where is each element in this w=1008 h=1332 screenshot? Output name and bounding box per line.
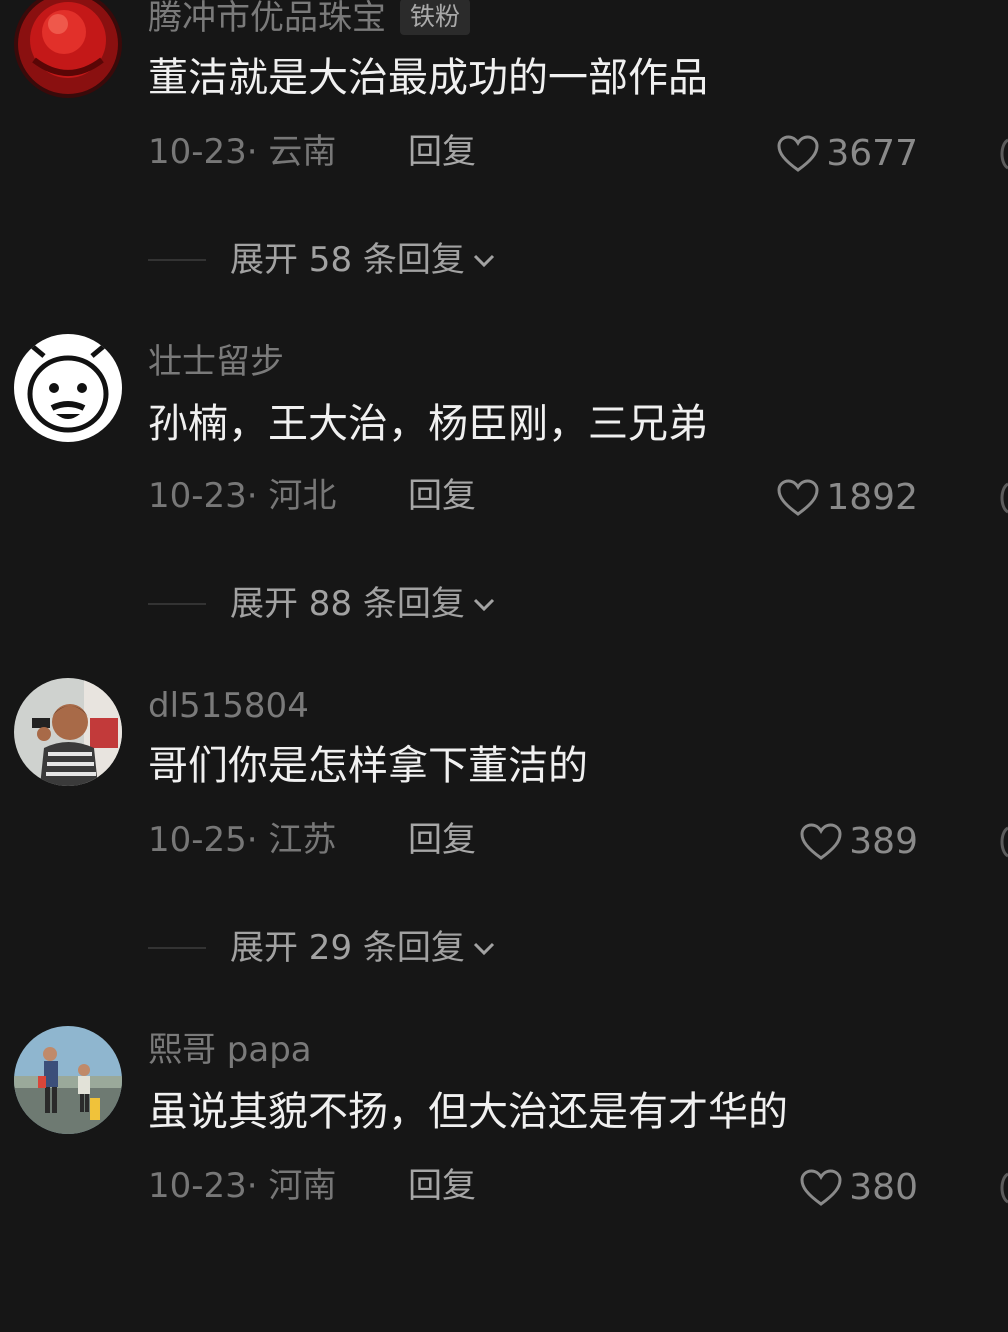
dislike-icon[interactable] bbox=[996, 136, 1008, 172]
reply-button[interactable]: 回复 bbox=[408, 132, 476, 172]
reply-button[interactable]: 回复 bbox=[408, 820, 476, 860]
heart-icon bbox=[800, 1169, 842, 1206]
comment-meta: 10-23· 河南 bbox=[148, 1166, 337, 1206]
expand-replies-button[interactable]: 展开 58 条回复 bbox=[148, 240, 499, 280]
username[interactable]: 壮士留步 bbox=[148, 342, 284, 382]
avatar[interactable] bbox=[14, 678, 122, 786]
reply-button[interactable]: 回复 bbox=[408, 1166, 476, 1206]
username[interactable]: 腾冲市优品珠宝 铁粉 bbox=[148, 0, 471, 38]
chevron-down-icon bbox=[473, 598, 494, 612]
chevron-down-icon bbox=[473, 942, 494, 956]
expand-replies-button[interactable]: 展开 29 条回复 bbox=[148, 928, 499, 968]
comment-text: 虽说其貌不扬，但大治还是有才华的 bbox=[148, 1089, 788, 1135]
like-button[interactable]: 1892 bbox=[776, 478, 918, 518]
dislike-icon[interactable] bbox=[996, 480, 1008, 516]
like-button[interactable]: 389 bbox=[799, 822, 918, 862]
divider-line bbox=[148, 947, 206, 949]
avatar[interactable] bbox=[14, 0, 122, 98]
child-photo-avatar-icon bbox=[14, 678, 122, 786]
dislike-icon[interactable] bbox=[996, 1170, 1008, 1206]
cartoon-face-avatar-icon bbox=[14, 334, 122, 442]
divider-line bbox=[148, 259, 206, 261]
expand-replies-label: 展开 88 条回复 bbox=[230, 584, 465, 624]
username[interactable]: dl515804 bbox=[148, 686, 309, 726]
expand-replies-label: 展开 58 条回复 bbox=[230, 240, 465, 280]
divider-line bbox=[148, 603, 206, 605]
red-circle-avatar-icon bbox=[14, 0, 122, 98]
like-count: 3677 bbox=[826, 133, 918, 174]
dislike-icon[interactable] bbox=[996, 824, 1008, 860]
avatar[interactable] bbox=[14, 1026, 122, 1134]
heart-icon bbox=[777, 135, 819, 172]
avatar[interactable] bbox=[14, 334, 122, 442]
comment-item: 熙哥 papa 虽说其貌不扬，但大治还是有才华的 10-23· 河南 回复 38… bbox=[0, 1026, 1008, 1332]
comment-item: 腾冲市优品珠宝 铁粉 董洁就是大治最成功的一部作品 10-23· 云南 回复 36… bbox=[0, 0, 1008, 300]
like-button[interactable]: 3677 bbox=[776, 134, 918, 174]
comment-item: dl515804 哥们你是怎样拿下董洁的 10-25· 江苏 回复 389 展开… bbox=[0, 678, 1008, 988]
comment-meta: 10-23· 河北 bbox=[148, 476, 337, 516]
comment-meta: 10-25· 江苏 bbox=[148, 820, 337, 860]
like-button[interactable]: 380 bbox=[799, 1168, 918, 1208]
family-photo-avatar-icon bbox=[14, 1026, 122, 1134]
like-count: 389 bbox=[849, 821, 918, 862]
like-count: 1892 bbox=[826, 477, 918, 518]
comment-text: 孙楠，王大治，杨臣刚，三兄弟 bbox=[148, 401, 708, 447]
like-count: 380 bbox=[849, 1167, 918, 1208]
heart-icon bbox=[777, 479, 819, 516]
comment-item: 壮士留步 孙楠，王大治，杨臣刚，三兄弟 10-23· 河北 回复 1892 展开… bbox=[0, 334, 1008, 644]
heart-icon bbox=[800, 823, 842, 860]
fan-badge: 铁粉 bbox=[400, 0, 471, 35]
comment-text: 哥们你是怎样拿下董洁的 bbox=[148, 743, 588, 789]
comment-meta: 10-23· 云南 bbox=[148, 132, 337, 172]
comment-text: 董洁就是大治最成功的一部作品 bbox=[148, 55, 708, 101]
reply-button[interactable]: 回复 bbox=[408, 476, 476, 516]
expand-replies-label: 展开 29 条回复 bbox=[230, 928, 465, 968]
expand-replies-button[interactable]: 展开 88 条回复 bbox=[148, 584, 499, 624]
username[interactable]: 熙哥 papa bbox=[148, 1030, 312, 1070]
username-text: 腾冲市优品珠宝 bbox=[148, 0, 386, 38]
chevron-down-icon bbox=[473, 254, 494, 268]
